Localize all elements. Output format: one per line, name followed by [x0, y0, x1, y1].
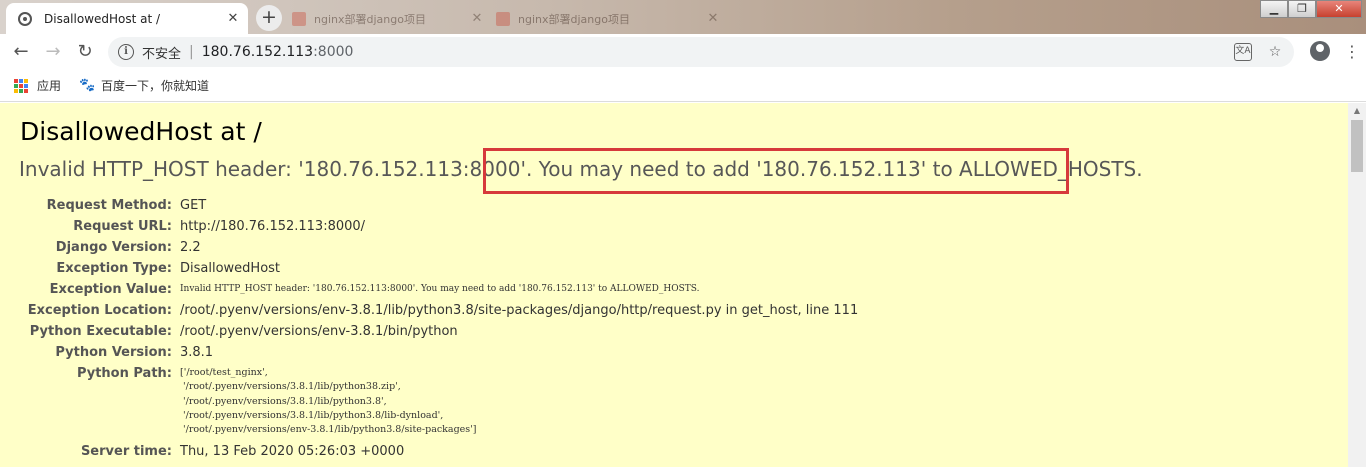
row-value: /root/.pyenv/versions/env-3.8.1/lib/pyth… [180, 303, 859, 318]
address-bar[interactable]: i 不安全 | 180.76.152.113 :8000 文A ☆ [108, 37, 1294, 67]
table-row: Python Version: 3.8.1 [0, 342, 858, 363]
error-page: DisallowedHost at / Invalid HTTP_HOST he… [0, 103, 1348, 467]
summary-part-1: Invalid HTTP_HOST header: '180.76.152.11… [19, 157, 533, 181]
path-entry: '/root/.pyenv/versions/3.8.1/lib/python3… [180, 381, 401, 393]
security-label[interactable]: 不安全 [142, 43, 181, 62]
info-icon[interactable]: i [118, 44, 134, 60]
scroll-thumb[interactable] [1351, 120, 1363, 172]
row-value: GET [180, 198, 207, 213]
scroll-up-arrow-icon[interactable]: ▲ [1348, 103, 1366, 119]
site-favicon-icon [496, 11, 510, 26]
tab-title: nginx部署django项目 [518, 12, 630, 26]
row-value: Thu, 13 Feb 2020 05:26:03 +0000 [180, 444, 405, 460]
bookmarks-bar: 应用 🐾 百度一下，你就知道 [0, 70, 1366, 102]
row-label: Python Path: [76, 366, 172, 381]
bookmark-apps[interactable]: 应用 [14, 77, 61, 94]
reload-icon[interactable]: ↻ [74, 41, 96, 63]
apps-grid-icon [14, 78, 28, 93]
bookmark-label: 应用 [37, 79, 62, 93]
table-row: Server time: Thu, 13 Feb 2020 05:26:03 +… [0, 437, 858, 462]
window-controls: ▁ ❐ ✕ [1260, 0, 1362, 18]
browser-toolbar: ← → ↻ i 不安全 | 180.76.152.113 :8000 文A ☆ … [0, 34, 1366, 70]
row-value: ['/root/test_nginx', '/root/.pyenv/versi… [180, 363, 858, 437]
path-entry: '/root/.pyenv/versions/env-3.8.1/lib/pyt… [180, 424, 477, 436]
globe-icon [18, 11, 32, 26]
url-host: 180.76.152.113 [201, 44, 314, 60]
minimize-button[interactable]: ▁ [1260, 0, 1288, 18]
table-row: Python Path: ['/root/test_nginx', '/root… [0, 363, 858, 437]
close-icon[interactable]: ✕ [222, 11, 244, 26]
page-title: DisallowedHost at / [20, 117, 262, 146]
table-row: Exception Value: Invalid HTTP_HOST heade… [0, 279, 858, 300]
row-value: DisallowedHost [180, 261, 281, 276]
new-tab-button[interactable]: + [256, 5, 282, 31]
table-row: Request URL: http://180.76.152.113:8000/ [0, 216, 858, 237]
tab-background-1[interactable]: nginx部署django项目 ✕ [292, 3, 492, 34]
row-label: Request Method: [46, 198, 172, 213]
row-value: 2.2 [180, 240, 201, 255]
translate-icon[interactable]: 文A [1234, 43, 1252, 61]
vertical-scrollbar[interactable]: ▲ [1348, 103, 1366, 467]
table-row: Request Method: GET [0, 195, 858, 216]
table-row: Django Version: 2.2 [0, 237, 858, 258]
divider: | [189, 44, 194, 60]
table-row: Exception Type: DisallowedHost [0, 258, 858, 279]
url-port: :8000 [313, 44, 354, 60]
tab-title: DisallowedHost at / [44, 11, 161, 26]
python-path-list: ['/root/test_nginx', '/root/.pyenv/versi… [180, 363, 858, 437]
highlight-annotation-box [483, 148, 1069, 194]
bookmark-baidu[interactable]: 🐾 百度一下，你就知道 [79, 77, 209, 94]
row-value: /root/.pyenv/versions/env-3.8.1/bin/pyth… [180, 324, 458, 339]
forward-arrow-icon[interactable]: → [42, 41, 64, 63]
path-entry: '/root/.pyenv/versions/3.8.1/lib/python3… [180, 409, 444, 421]
tab-active[interactable]: DisallowedHost at / ✕ [6, 3, 248, 34]
table-row: Exception Location: /root/.pyenv/version… [0, 300, 858, 321]
star-icon[interactable]: ☆ [1266, 43, 1284, 61]
profile-avatar-icon[interactable] [1310, 41, 1330, 61]
row-label: Request URL: [73, 219, 172, 234]
maximize-button[interactable]: ❐ [1288, 0, 1316, 18]
row-label: Exception Type: [56, 261, 172, 276]
row-value: Invalid HTTP_HOST header: '180.76.152.11… [180, 284, 700, 294]
tab-strip: DisallowedHost at / ✕ + nginx部署django项目 … [0, 0, 1366, 34]
close-icon[interactable]: ✕ [466, 11, 488, 26]
row-label: Python Version: [55, 345, 172, 360]
site-favicon-icon [292, 11, 306, 26]
baidu-paw-icon: 🐾 [79, 77, 96, 93]
tab-title: nginx部署django项目 [314, 12, 426, 26]
row-label: Exception Location: [27, 303, 172, 318]
row-label: Django Version: [55, 240, 172, 255]
path-entry: ['/root/test_nginx', [180, 367, 268, 378]
row-label: Server time: [80, 444, 172, 460]
path-entry: '/root/.pyenv/versions/3.8.1/lib/python3… [180, 395, 387, 407]
tab-background-2[interactable]: nginx部署django项目 ✕ [496, 3, 728, 34]
window-close-button[interactable]: ✕ [1316, 0, 1362, 18]
row-label: Python Executable: [29, 324, 172, 339]
bookmark-label: 百度一下，你就知道 [101, 79, 210, 93]
row-value: 3.8.1 [180, 345, 214, 360]
table-row: Python Executable: /root/.pyenv/versions… [0, 321, 858, 342]
close-icon[interactable]: ✕ [702, 11, 724, 26]
back-arrow-icon[interactable]: ← [10, 41, 32, 63]
request-meta-table: Request Method: GET Request URL: http://… [0, 195, 858, 462]
row-value: http://180.76.152.113:8000/ [180, 219, 366, 234]
row-label: Exception Value: [49, 282, 172, 297]
menu-icon[interactable]: ⋮ [1344, 42, 1360, 61]
